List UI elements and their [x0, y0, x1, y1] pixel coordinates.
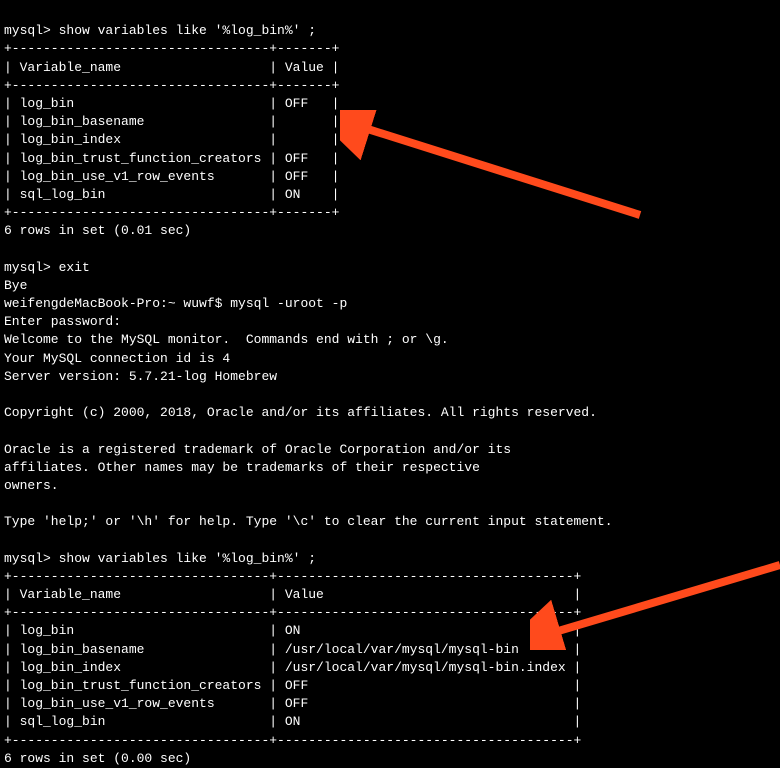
connection-id: Your MySQL connection id is 4: [4, 351, 230, 366]
table1-border-bot: +---------------------------------+-----…: [4, 205, 339, 220]
table2-header: | Variable_name | Value |: [4, 587, 581, 602]
terminal-output: mysql> show variables like '%log_bin%' ;…: [4, 4, 776, 768]
table1-row: | log_bin_trust_function_creators | OFF …: [4, 151, 339, 166]
bye: Bye: [4, 278, 27, 293]
welcome-line: Welcome to the MySQL monitor. Commands e…: [4, 332, 449, 347]
table2-border-top: +---------------------------------+-----…: [4, 569, 581, 584]
table1-row: | log_bin_index | |: [4, 132, 339, 147]
table2-summary: 6 rows in set (0.00 sec): [4, 751, 191, 766]
table1-summary: 6 rows in set (0.01 sec): [4, 223, 191, 238]
table2-row: | log_bin_use_v1_row_events | OFF |: [4, 696, 581, 711]
oracle-trademark-3: owners.: [4, 478, 59, 493]
table1-row: | sql_log_bin | ON |: [4, 187, 339, 202]
table1-row: | log_bin | OFF |: [4, 96, 339, 111]
enter-password: Enter password:: [4, 314, 121, 329]
table1-border-mid: +---------------------------------+-----…: [4, 78, 339, 93]
table1-border-top: +---------------------------------+-----…: [4, 41, 339, 56]
table2-row: | log_bin_basename | /usr/local/var/mysq…: [4, 642, 581, 657]
mysql-prompt-2: mysql> show variables like '%log_bin%' ;: [4, 551, 316, 566]
table2-row: | log_bin_trust_function_creators | OFF …: [4, 678, 581, 693]
table1-row: | log_bin_use_v1_row_events | OFF |: [4, 169, 339, 184]
help-line: Type 'help;' or '\h' for help. Type '\c'…: [4, 514, 613, 529]
copyright-line: Copyright (c) 2000, 2018, Oracle and/or …: [4, 405, 597, 420]
mysql-exit: mysql> exit: [4, 260, 90, 275]
shell-prompt: weifengdeMacBook-Pro:~ wuwf$ mysql -uroo…: [4, 296, 347, 311]
table2-row: | log_bin | ON |: [4, 623, 581, 638]
table1-row: | log_bin_basename | |: [4, 114, 339, 129]
oracle-trademark-2: affiliates. Other names may be trademark…: [4, 460, 480, 475]
table2-border-mid: +---------------------------------+-----…: [4, 605, 581, 620]
table2-border-bot: +---------------------------------+-----…: [4, 733, 581, 748]
mysql-prompt-1: mysql> show variables like '%log_bin%' ;: [4, 23, 316, 38]
oracle-trademark-1: Oracle is a registered trademark of Orac…: [4, 442, 511, 457]
server-version: Server version: 5.7.21-log Homebrew: [4, 369, 277, 384]
table2-row: | sql_log_bin | ON |: [4, 714, 581, 729]
table1-header: | Variable_name | Value |: [4, 60, 339, 75]
table2-row: | log_bin_index | /usr/local/var/mysql/m…: [4, 660, 581, 675]
